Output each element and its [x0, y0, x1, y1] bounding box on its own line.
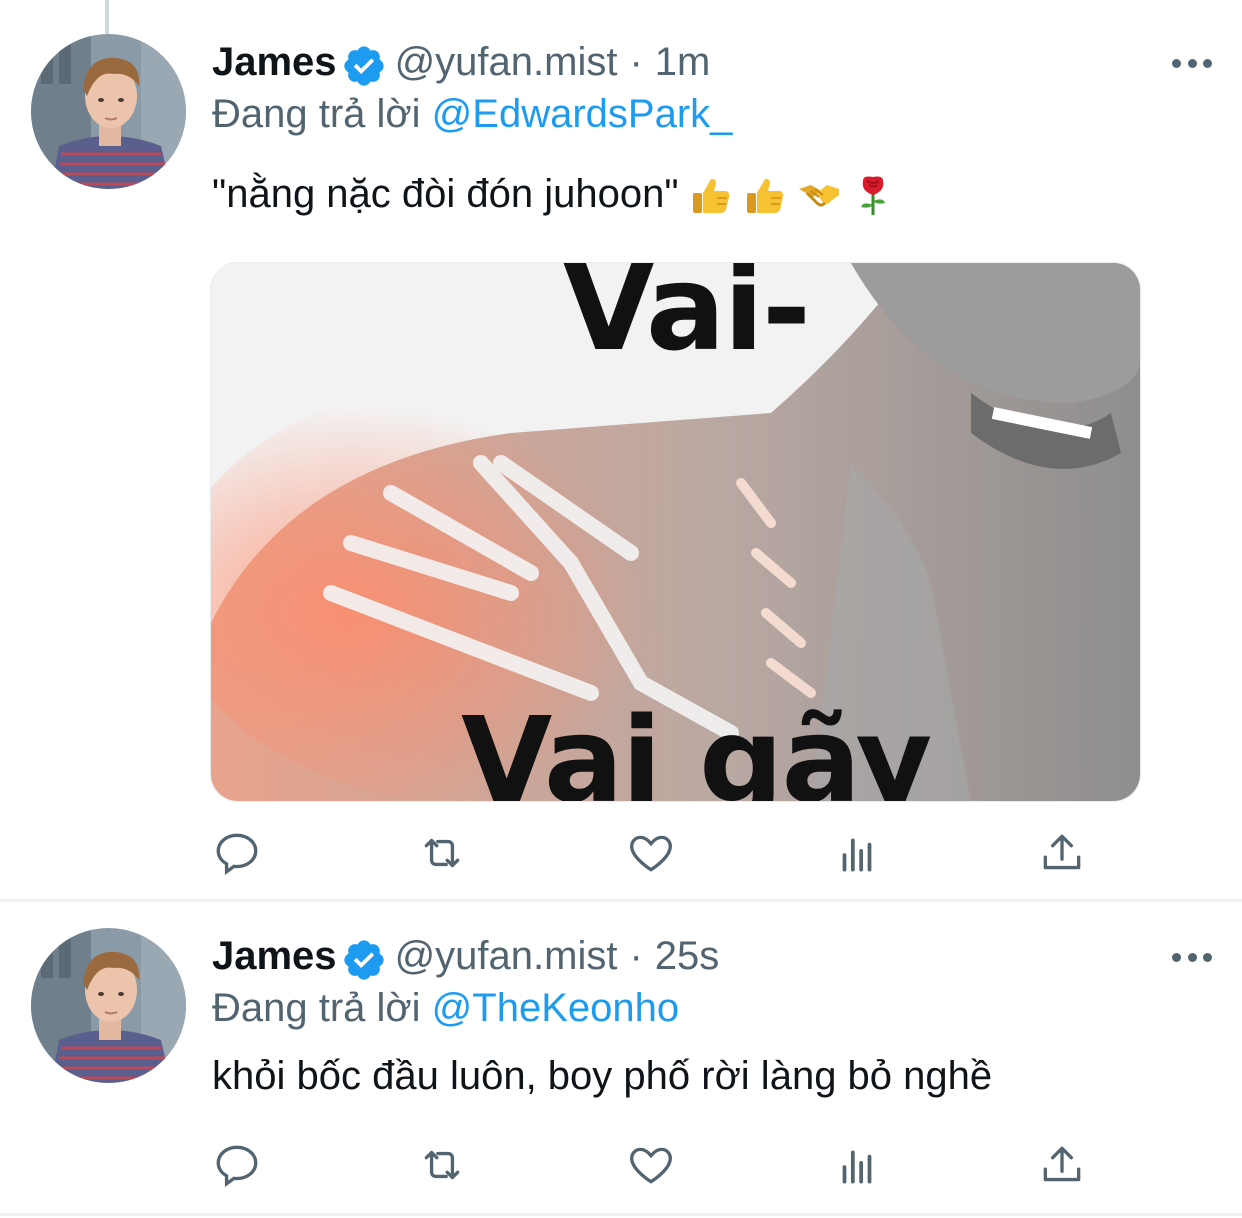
tweet-text: khỏi bốc đầu luôn, boy phố rời làng bỏ n…: [212, 1054, 992, 1099]
tweet-body: "nằng nặc đòi đón juhoon": [212, 172, 679, 216]
tweet-text: "nằng nặc đòi đón juhoon": [212, 172, 895, 217]
retweet-icon[interactable]: [417, 1140, 467, 1190]
meme-illustration: Vai- Vai gãy: [211, 263, 1140, 802]
like-icon[interactable]: [626, 1140, 676, 1190]
mention-link[interactable]: @EdwardsPark_: [432, 92, 733, 136]
separator-dot: ·: [629, 934, 643, 978]
more-options-icon[interactable]: [1172, 950, 1212, 964]
retweet-icon[interactable]: [417, 828, 467, 878]
thumbs-up-icon: [743, 173, 787, 217]
tweet-divider: [0, 1213, 1242, 1216]
media-caption-top: Vai-: [563, 263, 809, 377]
replying-to-label: Đang trả lời: [212, 986, 421, 1030]
verified-badge-icon: [341, 937, 387, 983]
avatar[interactable]: [31, 928, 186, 1083]
share-icon[interactable]: [1037, 1140, 1087, 1190]
reply-icon[interactable]: [212, 1140, 262, 1190]
avatar-photo: [31, 34, 186, 189]
share-icon[interactable]: [1037, 828, 1087, 878]
author-handle[interactable]: @yufan.mist: [395, 40, 618, 85]
tweet[interactable]: James @yufan.mist · 25s Đang trả lời @Th…: [0, 902, 1242, 1218]
reply-icon[interactable]: [212, 828, 262, 878]
like-icon[interactable]: [626, 828, 676, 878]
tweet-header: James @yufan.mist · 25s: [212, 934, 719, 986]
author-name[interactable]: James: [212, 40, 337, 85]
mention-link[interactable]: @TheKeonho: [432, 986, 679, 1030]
tweet-actions: [212, 828, 1082, 878]
views-icon[interactable]: [832, 1140, 882, 1190]
rose-icon: [851, 173, 895, 217]
tweet-actions: [212, 1140, 1082, 1190]
verified-badge-icon: [341, 43, 387, 89]
thumbs-up-icon: [689, 173, 733, 217]
separator-dot: ·: [629, 40, 643, 84]
media-caption-bottom: Vai gãy: [461, 691, 930, 802]
tweet-header: James @yufan.mist · 1m: [212, 40, 710, 92]
more-options-icon[interactable]: [1172, 56, 1212, 70]
tweet-timestamp[interactable]: 25s: [655, 934, 720, 979]
avatar-photo: [31, 928, 186, 1083]
replying-to: Đang trả lời @EdwardsPark_: [212, 92, 732, 137]
views-icon[interactable]: [832, 828, 882, 878]
tweet-media-image[interactable]: Vai- Vai gãy: [210, 262, 1141, 802]
handshake-icon: [797, 173, 841, 217]
author-handle[interactable]: @yufan.mist: [395, 934, 618, 979]
avatar[interactable]: [31, 34, 186, 189]
tweet-body: khỏi bốc đầu luôn, boy phố rời làng bỏ n…: [212, 1054, 993, 1098]
author-name[interactable]: James: [212, 934, 337, 979]
replying-to-label: Đang trả lời: [212, 92, 421, 136]
replying-to: Đang trả lời @TheKeonho: [212, 986, 679, 1031]
tweet[interactable]: James @yufan.mist · 1m Đang trả lời @Edw…: [0, 0, 1242, 902]
tweet-timestamp[interactable]: 1m: [655, 40, 711, 85]
